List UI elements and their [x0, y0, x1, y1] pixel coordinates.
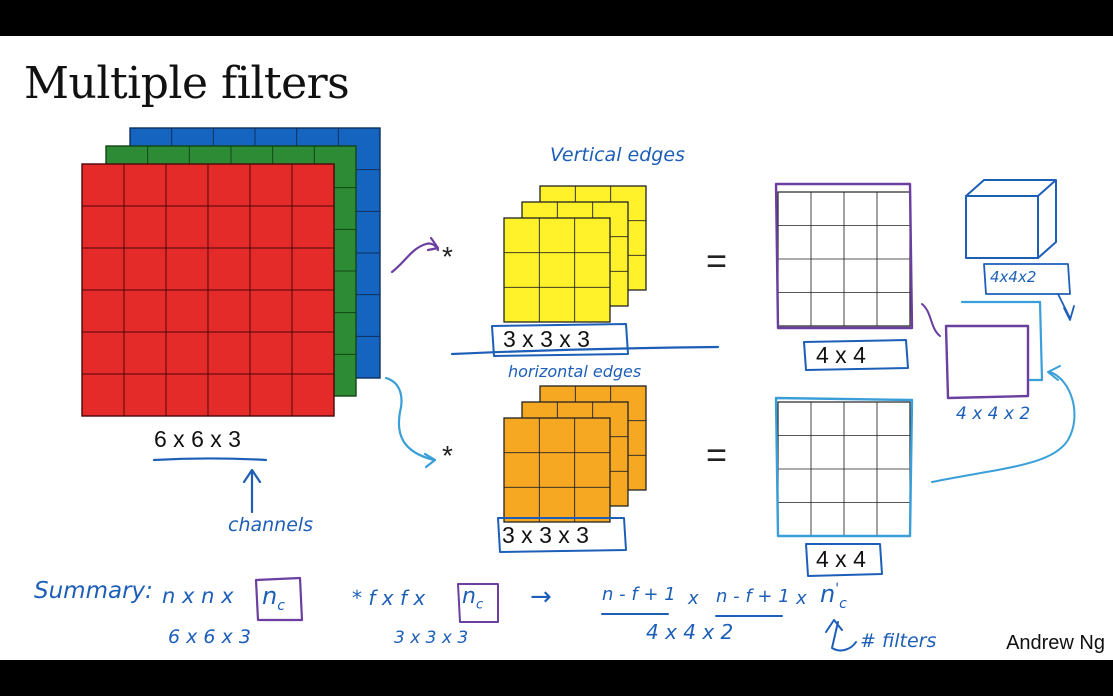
summary-out-channels: n'c [820, 580, 847, 612]
arrow-output-1-to-stack [921, 303, 941, 337]
summary-filter-expr: * f x f x [352, 586, 426, 610]
output-2-dims-label: 4 x 4 [816, 546, 866, 572]
summary-arrow: → [530, 582, 552, 612]
summary-times-2: x [796, 588, 807, 609]
filter-2-volume [503, 385, 647, 523]
summary-out-term-1: n - f + 1 [602, 584, 676, 605]
cube-label: 4x4x2 [990, 268, 1037, 286]
filters-hook-arrow [825, 619, 857, 652]
summary-out-example: 4 x 4 x 2 [646, 620, 734, 644]
summary-filter-example: 3 x 3 x 3 [394, 628, 469, 648]
input-dims-label: 6 x 6 x 3 [154, 426, 241, 452]
summary-filters-note: # filters [860, 630, 937, 652]
output-1-grid [777, 191, 911, 327]
equals-operator-1: = [706, 240, 728, 281]
filter-1-volume [503, 185, 647, 323]
filter-2-dims-label: 3 x 3 x 3 [502, 522, 589, 548]
slide: Multiple filters * * = = 6 x 6 x 3 3 x 3… [0, 36, 1113, 660]
summary-input-expr: n x n x [162, 584, 234, 608]
arrow-to-filter-1 [390, 242, 440, 274]
stacked-output-label: 4 x 4 x 2 [956, 404, 1031, 424]
channels-note: channels [228, 514, 314, 536]
input-channel-red [81, 163, 335, 417]
underline-input-dims [152, 457, 268, 462]
output-1-cells [777, 191, 911, 327]
filter-2-layer-3 [503, 417, 611, 523]
stack-back-square [960, 300, 1044, 382]
filter-1-note: Vertical edges [550, 144, 685, 166]
arrow-to-filter-2 [384, 376, 436, 462]
summary-filter-channels: nc [462, 584, 484, 613]
author-credit: Andrew Ng [1006, 632, 1105, 654]
filter-1-dims-label: 3 x 3 x 3 [503, 326, 590, 352]
equals-operator-2: = [706, 434, 728, 475]
convolve-operator-1: * [442, 241, 453, 272]
output-2-grid [777, 401, 911, 537]
convolve-operator-2: * [442, 440, 453, 471]
output-2-cells [777, 401, 911, 537]
summary-label: Summary: [34, 578, 153, 604]
summary-times-1: x [688, 588, 699, 609]
summary-input-example: 6 x 6 x 3 [168, 626, 251, 648]
filter-1-layer-3 [503, 217, 611, 323]
arrow-output-2-to-stack [931, 371, 1076, 483]
stack-front-square [944, 324, 1030, 400]
summary-out-term-2: n - f + 1 [716, 586, 790, 607]
summary-input-channels: nc [262, 582, 285, 614]
arrow-channels [242, 468, 262, 514]
output-1-dims-label: 4 x 4 [816, 342, 866, 368]
filter-2-note: horizontal edges [508, 362, 642, 381]
output-cube [965, 179, 1057, 259]
input-volume [81, 127, 381, 417]
